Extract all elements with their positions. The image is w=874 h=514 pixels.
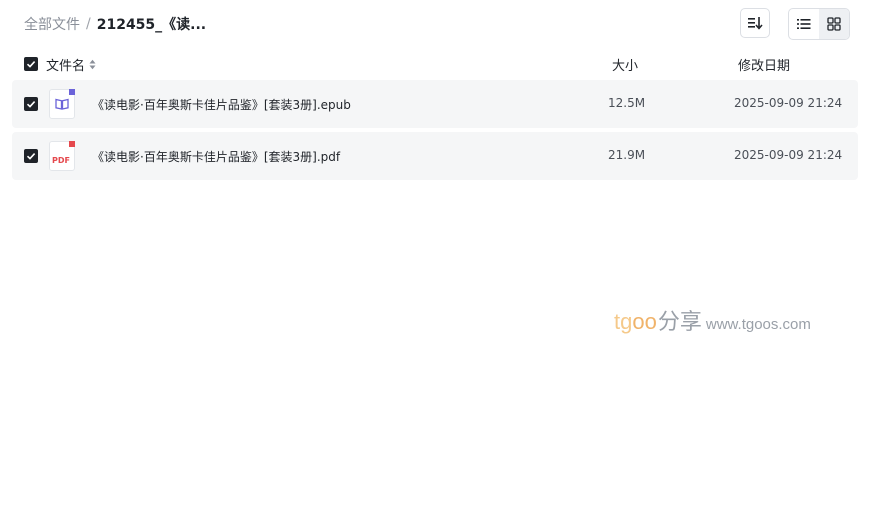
watermark-brand: tgoo [614, 309, 657, 334]
breadcrumb: 全部文件 / 212455_《读... [24, 14, 206, 34]
check-icon [26, 101, 36, 108]
sort-caret-icon[interactable] [89, 59, 96, 70]
watermark-share-text: 分享 [657, 310, 702, 335]
breadcrumb-current-folder: 212455_《读... [96, 17, 207, 33]
column-header-name-label: 文件名 [46, 59, 86, 74]
grid-view-button[interactable] [819, 9, 849, 39]
file-modified-date: 2025-09-09 21:24 [734, 96, 843, 110]
pdf-file-icon: PDF [49, 141, 75, 171]
view-toggle [788, 8, 850, 40]
sort-icon [748, 17, 763, 30]
column-header-date[interactable]: 修改日期 [738, 55, 790, 74]
watermark: tgoo 分享 www.tgoos.com [614, 304, 811, 336]
watermark-url: www.tgoos.com [705, 316, 811, 333]
select-all-checkbox[interactable] [24, 57, 38, 71]
table-header: 文件名 大小 修改日期 [12, 52, 858, 76]
file-size: 21.9M [608, 148, 646, 162]
breadcrumb-root-link[interactable]: 全部文件 [24, 14, 80, 34]
file-size: 12.5M [608, 96, 646, 110]
list-view-icon [797, 19, 811, 29]
file-modified-date: 2025-09-09 21:24 [734, 148, 843, 162]
column-header-name[interactable]: 文件名 [46, 55, 96, 74]
file-browser: 全部文件 / 212455_《读... 文件名 大小 修改日期 《读电影·百年奥… [0, 0, 874, 514]
file-name[interactable]: 《读电影·百年奥斯卡佳片品鉴》[套装3册].epub [92, 96, 351, 113]
table-row[interactable]: 《读电影·百年奥斯卡佳片品鉴》[套装3册].epub 12.5M 2025-09… [12, 80, 858, 128]
pdf-label: PDF [52, 156, 70, 165]
file-name[interactable]: 《读电影·百年奥斯卡佳片品鉴》[套装3册].pdf [92, 148, 340, 165]
column-header-size[interactable]: 大小 [612, 55, 638, 74]
sort-button[interactable] [740, 8, 770, 38]
table-row[interactable]: PDF 《读电影·百年奥斯卡佳片品鉴》[套装3册].pdf 21.9M 2025… [12, 132, 858, 180]
breadcrumb-separator: / [86, 16, 91, 32]
grid-view-icon [827, 17, 841, 31]
list-view-button[interactable] [789, 9, 819, 39]
check-icon [26, 153, 36, 160]
check-icon [26, 61, 36, 68]
epub-file-icon [49, 89, 75, 119]
row-checkbox[interactable] [24, 97, 38, 111]
row-checkbox[interactable] [24, 149, 38, 163]
